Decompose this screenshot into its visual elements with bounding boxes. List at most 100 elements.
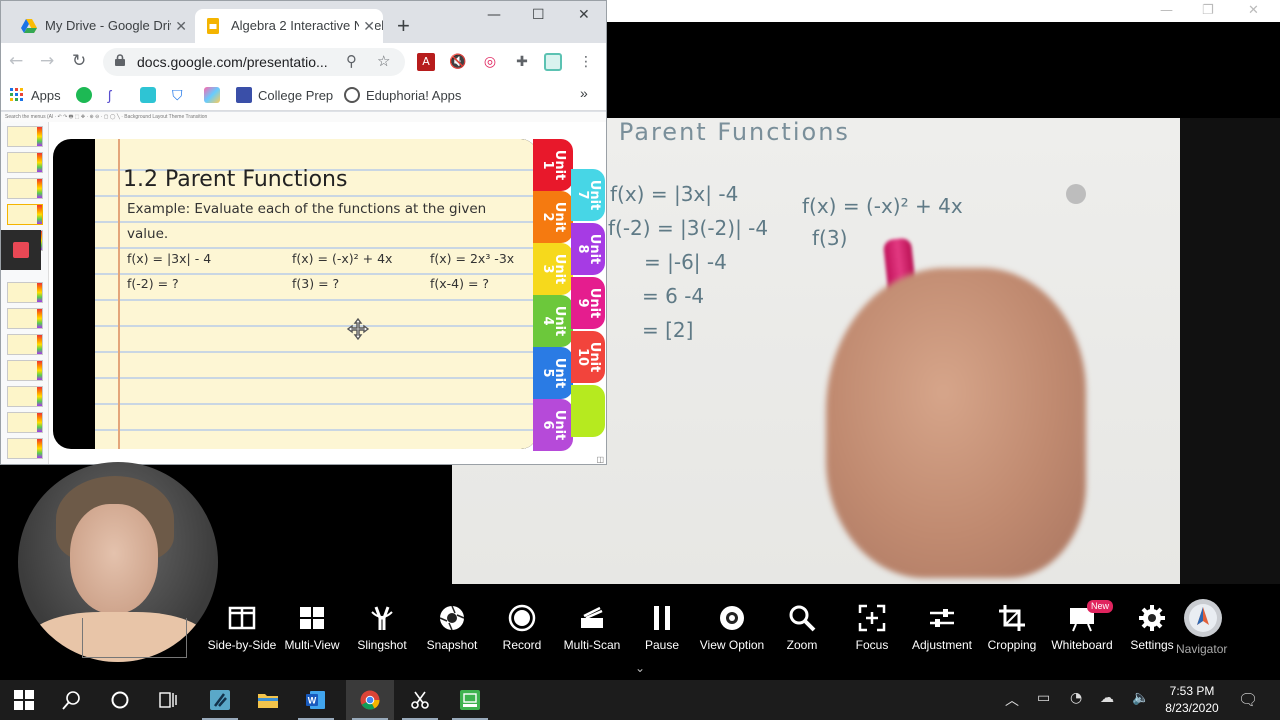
slide-thumbnail[interactable] bbox=[7, 386, 43, 407]
slide-thumbnail[interactable] bbox=[7, 438, 43, 459]
reload-icon[interactable]: ↻ bbox=[72, 51, 86, 71]
spotify-icon[interactable] bbox=[76, 87, 92, 103]
unit-tab-1[interactable]: Unit 1 bbox=[533, 139, 573, 191]
example-text[interactable]: value. bbox=[127, 226, 168, 242]
record-icon bbox=[508, 604, 536, 632]
unit-tab-number: 4 bbox=[540, 316, 555, 326]
more-bookmarks-icon[interactable]: » bbox=[580, 85, 588, 101]
slides-toolbar[interactable]: Search the menus (Al · ↶ ↷ 🖶 ⬚ ✥ · ⊕ ⊖ ·… bbox=[1, 112, 606, 122]
word-icon: W bbox=[306, 691, 325, 709]
wifi-bookmark-icon[interactable]: ʃ bbox=[108, 87, 124, 103]
taskbar-app-word[interactable]: W bbox=[292, 680, 340, 720]
evaluation-text[interactable]: f(-2) = ? bbox=[127, 276, 179, 291]
battery-icon[interactable]: ▭ bbox=[1037, 690, 1050, 706]
task-view-button[interactable] bbox=[144, 680, 192, 720]
show-hidden-icons-chevron-icon[interactable]: ︿ bbox=[1005, 690, 1019, 710]
function-text[interactable]: f(x) = (-x)² + 4x bbox=[292, 251, 392, 266]
slide-thumbnail[interactable] bbox=[7, 126, 43, 147]
unit-tab-6[interactable]: Unit 6 bbox=[533, 399, 573, 451]
back-icon[interactable]: ← bbox=[9, 51, 23, 71]
slide-thumbnail[interactable] bbox=[7, 412, 43, 433]
evaluation-text[interactable]: f(x-4) = ? bbox=[430, 276, 489, 291]
slide-thumbnail[interactable] bbox=[7, 178, 43, 199]
slide-thumbnail[interactable] bbox=[7, 334, 43, 355]
slide-thumbnail[interactable] bbox=[7, 204, 43, 225]
stop-recording-button[interactable] bbox=[1, 230, 41, 270]
unit-tab-3[interactable]: Unit 3 bbox=[533, 243, 573, 295]
taskbar-app-file-explorer[interactable] bbox=[244, 680, 292, 720]
function-text[interactable]: f(x) = 2x³ -3x bbox=[430, 251, 514, 266]
unit-tab-8[interactable]: Unit 8 bbox=[571, 223, 605, 275]
camera-close-icon[interactable]: ✕ bbox=[1248, 3, 1259, 18]
camera-minimize-icon[interactable]: — bbox=[1160, 3, 1173, 18]
maximize-icon[interactable]: ☐ bbox=[532, 7, 545, 23]
taskbar-app-document-camera[interactable] bbox=[196, 680, 244, 720]
handwritten-line: f(x) = |3x| -4 bbox=[610, 182, 739, 206]
slide-thumbnail[interactable] bbox=[7, 360, 43, 381]
menu-kebab-icon[interactable]: ⋮ bbox=[577, 53, 595, 71]
pdf-extension-icon[interactable]: A bbox=[417, 53, 435, 71]
tab-algebra-notebook[interactable]: Algebra 2 Interactive Notebook ✕ bbox=[195, 9, 383, 43]
screencast-extension-icon[interactable] bbox=[544, 53, 562, 71]
tab-my-drive[interactable]: My Drive - Google Drive ✕ bbox=[9, 9, 195, 43]
function-text[interactable]: f(x) = |3x| - 4 bbox=[127, 251, 211, 266]
bookmark-college-prep[interactable]: College Prep bbox=[236, 87, 333, 103]
task-view-icon bbox=[159, 692, 177, 708]
bookmark-eduphoria[interactable]: Eduphoria! Apps bbox=[344, 87, 461, 103]
unit-tab-9[interactable]: Unit 9 bbox=[571, 277, 605, 329]
onedrive-cloud-icon[interactable]: ☁ bbox=[1100, 690, 1114, 706]
handwritten-line: f(-2) = |3(-2)| -4 bbox=[608, 216, 769, 240]
cloud-bookmark-icon[interactable] bbox=[140, 87, 156, 103]
taskbar-app-flex[interactable] bbox=[446, 680, 494, 720]
unit-tab-blank[interactable] bbox=[571, 385, 605, 437]
eye-icon bbox=[720, 606, 744, 630]
bookmark-star-icon[interactable]: ☆ bbox=[377, 52, 390, 70]
taskbar-clock[interactable]: 7:53 PM 8/23/2020 bbox=[1160, 683, 1224, 717]
unit-tab-2[interactable]: Unit 2 bbox=[533, 191, 573, 243]
handwritten-line: f(3) bbox=[812, 226, 848, 250]
bookmark-apps[interactable]: Apps bbox=[9, 87, 61, 103]
close-icon[interactable]: ✕ bbox=[171, 9, 187, 43]
sliders-icon bbox=[930, 609, 954, 627]
mute-tab-icon[interactable]: 🔇 bbox=[449, 53, 467, 71]
move-cursor-icon bbox=[347, 318, 369, 340]
camera-restore-icon[interactable]: ❐ bbox=[1202, 3, 1214, 18]
volume-icon[interactable]: 🔈 bbox=[1132, 690, 1149, 706]
extensions-puzzle-icon[interactable]: ✚ bbox=[513, 53, 531, 71]
window-close-icon[interactable]: ✕ bbox=[578, 7, 590, 23]
cortana-button[interactable] bbox=[96, 680, 144, 720]
forward-icon[interactable]: → bbox=[40, 51, 54, 71]
wifi-icon[interactable]: ◔ bbox=[1070, 690, 1082, 706]
shield-bookmark-icon[interactable]: ⛉ bbox=[172, 87, 188, 103]
new-tab-button[interactable]: + bbox=[397, 13, 410, 39]
url-text: docs.google.com/presentatio... bbox=[137, 54, 328, 70]
unit-tab-4[interactable]: Unit 4 bbox=[533, 295, 573, 347]
notification-center-icon[interactable]: 🗨 bbox=[1238, 690, 1258, 709]
spiral-extension-icon[interactable]: ◎ bbox=[481, 53, 499, 71]
taskbar-app-snipping[interactable] bbox=[396, 680, 444, 720]
minimize-icon[interactable]: — bbox=[487, 7, 501, 23]
example-text[interactable]: Example: Evaluate each of the functions … bbox=[127, 201, 486, 217]
slide-thumbnail[interactable] bbox=[7, 282, 43, 303]
slide-canvas[interactable]: 1.2 Parent Functions Example: Evaluate e… bbox=[53, 139, 606, 453]
slide-filmstrip[interactable] bbox=[1, 122, 49, 464]
unit-tab-10[interactable]: Unit 10 bbox=[571, 331, 605, 383]
folder-icon bbox=[258, 694, 278, 708]
start-button[interactable] bbox=[0, 680, 48, 720]
close-icon[interactable]: ✕ bbox=[359, 9, 375, 43]
search-button[interactable] bbox=[48, 680, 96, 720]
slide-thumbnail[interactable] bbox=[7, 308, 43, 329]
slide-title[interactable]: 1.2 Parent Functions bbox=[123, 167, 347, 192]
search-icon[interactable]: ⚲ bbox=[346, 52, 357, 70]
unit-tab-5[interactable]: Unit 5 bbox=[533, 347, 573, 399]
taskbar-app-chrome[interactable] bbox=[346, 680, 394, 720]
address-bar[interactable]: docs.google.com/presentatio... ⚲ ☆ bbox=[103, 48, 405, 76]
slide-thumbnail[interactable] bbox=[7, 152, 43, 173]
unit-tab-7[interactable]: Unit 7 bbox=[571, 169, 605, 221]
navigator-button[interactable] bbox=[1184, 599, 1222, 637]
resize-handle-icon[interactable]: ◫ bbox=[596, 455, 604, 464]
colorful-bookmark-icon[interactable] bbox=[204, 87, 220, 103]
collapse-toolbar-icon[interactable]: ⌄ bbox=[620, 662, 660, 676]
chrome-icon bbox=[360, 690, 380, 710]
evaluation-text[interactable]: f(3) = ? bbox=[292, 276, 339, 291]
